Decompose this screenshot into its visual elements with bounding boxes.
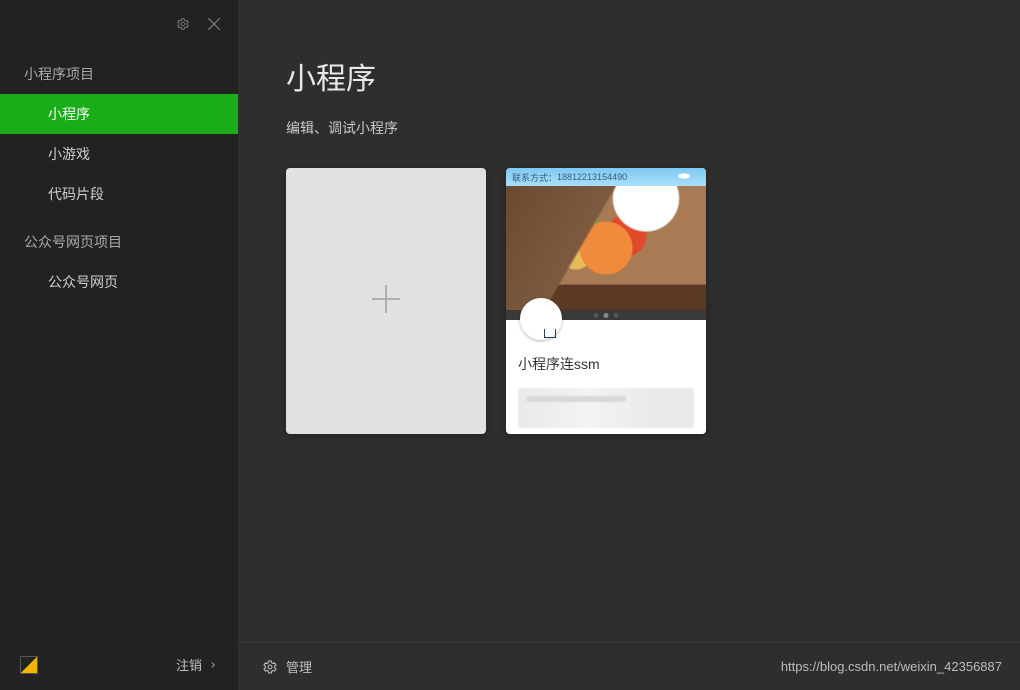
sidebar-item-minigame[interactable]: 小游戏 (0, 134, 238, 174)
sidebar-group-officialaccount: 公众号网页项目 公众号网页 (0, 228, 238, 302)
sidebar-item-label: 小程序 (48, 106, 90, 122)
manage-label: 管理 (286, 657, 312, 676)
preview-hero-image (506, 186, 706, 310)
sidebar-item-label: 小游戏 (48, 146, 90, 162)
manage-button[interactable]: 管理 (262, 657, 312, 676)
project-name: 小程序连ssm (518, 354, 694, 374)
page-title: 小程序 (286, 54, 972, 98)
sidebar-group-miniprogram: 小程序项目 小程序 小游戏 代码片段 (0, 60, 238, 214)
project-grid: 联系方式： 18812213154490 小程序连ssm (238, 138, 1020, 464)
settings-icon[interactable] (176, 17, 190, 31)
sidebar-bottom: 注销 (0, 655, 238, 674)
watermark: https://blog.csdn.net/weixin_42356887 (781, 659, 1002, 674)
chevron-right-icon (208, 660, 218, 670)
app-logo-icon (20, 656, 38, 674)
sidebar: 小程序项目 小程序 小游戏 代码片段 公众号网页项目 公众号网页 注销 (0, 0, 238, 690)
sidebar-nav: 小程序项目 小程序 小游戏 代码片段 公众号网页项目 公众号网页 (0, 60, 238, 302)
sidebar-item-miniprogram[interactable]: 小程序 (0, 94, 238, 134)
gear-icon (262, 659, 278, 675)
sidebar-item-official-webpage[interactable]: 公众号网页 (0, 262, 238, 302)
close-icon[interactable] (204, 14, 224, 34)
main-panel: 小程序 编辑、调试小程序 联系方式： 18812213154490 小程序连ss… (238, 0, 1020, 690)
preview-banner: 联系方式： 18812213154490 (506, 168, 706, 186)
page-subtitle: 编辑、调试小程序 (286, 118, 972, 138)
sidebar-item-label: 公众号网页 (48, 274, 118, 290)
sidebar-section-title: 小程序项目 (0, 60, 238, 94)
avatar (520, 298, 562, 340)
main-header: 小程序 编辑、调试小程序 (238, 0, 1020, 138)
project-card[interactable]: 联系方式： 18812213154490 小程序连ssm (506, 168, 706, 434)
plus-icon (365, 278, 407, 325)
project-path-redacted (518, 388, 694, 428)
logout-button[interactable]: 注销 (176, 655, 218, 674)
project-info: 小程序连ssm (506, 348, 706, 434)
sidebar-section-title: 公众号网页项目 (0, 228, 238, 262)
sidebar-top-icons (176, 14, 224, 34)
sidebar-item-snippet[interactable]: 代码片段 (0, 174, 238, 214)
sidebar-item-label: 代码片段 (48, 186, 104, 202)
logout-label: 注销 (176, 655, 202, 674)
new-project-card[interactable] (286, 168, 486, 434)
preview-banner-label: 联系方式： (512, 171, 557, 184)
preview-banner-value: 18812213154490 (557, 172, 627, 182)
